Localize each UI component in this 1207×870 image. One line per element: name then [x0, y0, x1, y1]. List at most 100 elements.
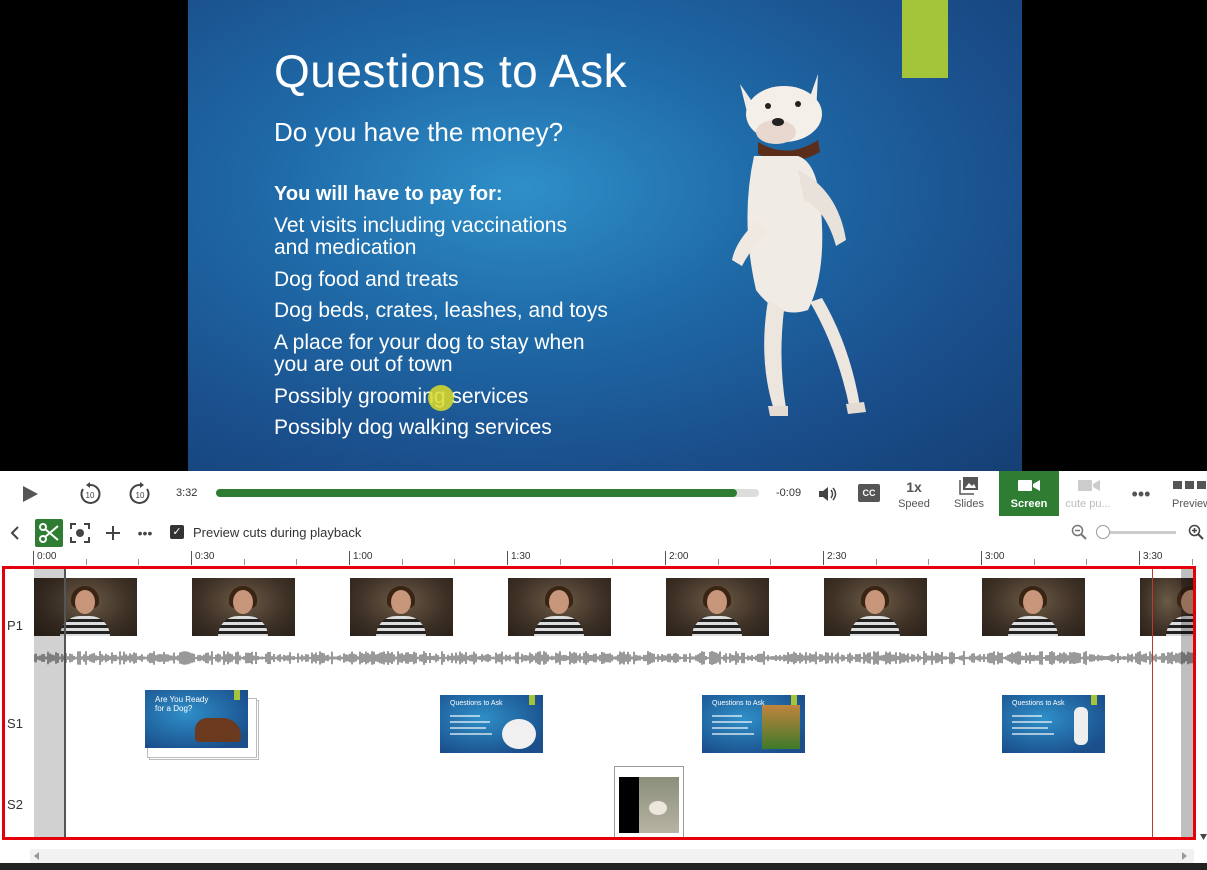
slide-bullet: Vet visits including vaccinations: [274, 214, 567, 237]
video-preview[interactable]: Questions to Ask Do you have the money? …: [0, 0, 1207, 471]
rewind-10-button[interactable]: 10: [76, 480, 104, 508]
ruler-tick-label: 0:30: [191, 551, 214, 565]
ruler-minor-tick: [1086, 559, 1087, 565]
cc-icon: CC: [862, 488, 876, 498]
selection-highlight-box: [2, 566, 1196, 840]
speed-label: Speed: [898, 498, 930, 510]
speaker-icon: [819, 487, 837, 501]
slide-bullet: you are out of town: [274, 353, 453, 376]
timeline[interactable]: P1 S1 S2 Are You Ready for a Dog? Questi…: [0, 566, 1207, 870]
scroll-left-icon: [34, 852, 39, 860]
svg-text:10: 10: [136, 491, 145, 500]
forward-icon: 10: [129, 482, 150, 504]
ruler-tick-label: 2:00: [665, 551, 688, 565]
zoom-out-button[interactable]: [1070, 523, 1088, 541]
preview-cuts-label: Preview cuts during playback: [193, 525, 362, 540]
ellipsis-icon: •••: [1131, 483, 1151, 504]
speed-value: 1x: [906, 479, 922, 495]
video-camera-icon: [1078, 480, 1100, 491]
slide-canvas: Questions to Ask Do you have the money? …: [188, 0, 1022, 471]
ruler-minor-tick: [86, 559, 87, 565]
screen-label: Screen: [1010, 498, 1048, 510]
slide-subtitle: Do you have the money?: [274, 117, 564, 147]
zoom-slider-thumb[interactable]: [1096, 525, 1110, 539]
zoom-out-icon: [1071, 524, 1087, 540]
progress-fill: [216, 489, 738, 497]
svg-text:10: 10: [86, 491, 95, 500]
slide-bullet: Possibly dog walking services: [274, 416, 552, 439]
ruler-tick-label: 3:30: [1139, 551, 1162, 565]
focus-icon: [70, 523, 90, 543]
cut-tool-button[interactable]: [35, 519, 63, 547]
preview-layout-icon: [1173, 481, 1206, 489]
ruler-minor-tick: [1192, 559, 1193, 565]
preview-label: Preview: [1172, 498, 1207, 510]
chevron-left-icon: [10, 526, 19, 540]
ruler-minor-tick: [770, 559, 771, 565]
horizontal-scrollbar[interactable]: [30, 849, 1194, 863]
slide-lead: You will have to pay for:: [274, 183, 503, 205]
timeline-ruler[interactable]: 0:00 0:30 1:00 1:30 2:00 2:30 3:00 3:30: [0, 550, 1207, 566]
collapse-button[interactable]: [6, 524, 24, 542]
ruler-tick-label: 2:30: [823, 551, 846, 565]
slides-button[interactable]: Slides: [944, 471, 994, 516]
play-button[interactable]: [18, 482, 42, 506]
video-camera-icon: [1018, 480, 1040, 491]
ruler-tick-label: 1:00: [349, 551, 372, 565]
zoom-slider-track[interactable]: [1100, 531, 1176, 534]
plus-icon: [106, 526, 120, 540]
cut-camera-button[interactable]: cute pu...: [1062, 471, 1114, 516]
ruler-tick-label: 0:00: [33, 551, 56, 565]
ellipsis-icon: •••: [137, 525, 153, 541]
dog-image: [732, 74, 866, 416]
ruler-minor-tick: [244, 559, 245, 565]
slide-bullet: A place for your dog to stay when: [274, 331, 585, 354]
ruler-minor-tick: [138, 559, 139, 565]
cut-camera-label: cute pu...: [1065, 498, 1111, 510]
ruler-minor-tick: [402, 559, 403, 565]
slide-accent-bar: [902, 0, 948, 78]
ruler-minor-tick: [560, 559, 561, 565]
slide-title: Questions to Ask: [274, 45, 628, 97]
current-time: 3:32: [176, 487, 198, 499]
scroll-down-icon[interactable]: [1200, 834, 1207, 840]
slides-label: Slides: [954, 498, 984, 510]
mouse-cursor-highlight: [428, 385, 454, 411]
edit-more-button[interactable]: •••: [134, 523, 156, 543]
scissors-icon: [39, 523, 59, 543]
more-options-button[interactable]: •••: [1128, 483, 1154, 504]
ruler-minor-tick: [928, 559, 929, 565]
play-icon: [23, 486, 38, 502]
edit-toolbar: ••• ✓ Preview cuts during playback: [0, 516, 1207, 550]
progress-bar[interactable]: [216, 489, 759, 497]
preview-cuts-checkbox[interactable]: ✓: [170, 525, 184, 539]
ruler-minor-tick: [612, 559, 613, 565]
window-bottom-edge: [0, 863, 1207, 870]
ruler-minor-tick: [454, 559, 455, 565]
rewind-icon: 10: [80, 482, 101, 504]
zoom-in-icon: [1188, 524, 1204, 540]
forward-10-button[interactable]: 10: [126, 480, 154, 508]
screen-button[interactable]: Screen: [999, 471, 1059, 516]
slide-bullet: Dog food and treats: [274, 268, 459, 291]
speed-button[interactable]: 1x Speed: [888, 471, 940, 516]
focus-button[interactable]: [70, 523, 90, 543]
ruler-minor-tick: [876, 559, 877, 565]
zoom-in-button[interactable]: [1187, 523, 1205, 541]
add-button[interactable]: [103, 523, 123, 543]
ruler-minor-tick: [296, 559, 297, 565]
ruler-minor-tick: [718, 559, 719, 565]
captions-button[interactable]: CC: [858, 484, 880, 502]
slide-bullet: Dog beds, crates, leashes, and toys: [274, 299, 608, 322]
ruler-tick-label: 1:30: [507, 551, 530, 565]
preview-button[interactable]: Preview: [1164, 471, 1207, 516]
slides-icon: [959, 477, 978, 495]
playback-bar: 10 10 3:32 -0:09 CC 1x Speed Slides Scre…: [0, 471, 1207, 517]
scroll-right-icon: [1182, 852, 1187, 860]
ruler-tick-label: 3:00: [981, 551, 1004, 565]
volume-button[interactable]: [816, 483, 840, 505]
slide-bullet: Possibly grooming services: [274, 385, 529, 408]
ruler-minor-tick: [1034, 559, 1035, 565]
remaining-time: -0:09: [776, 487, 802, 499]
slide-bullet: and medication: [274, 236, 417, 259]
